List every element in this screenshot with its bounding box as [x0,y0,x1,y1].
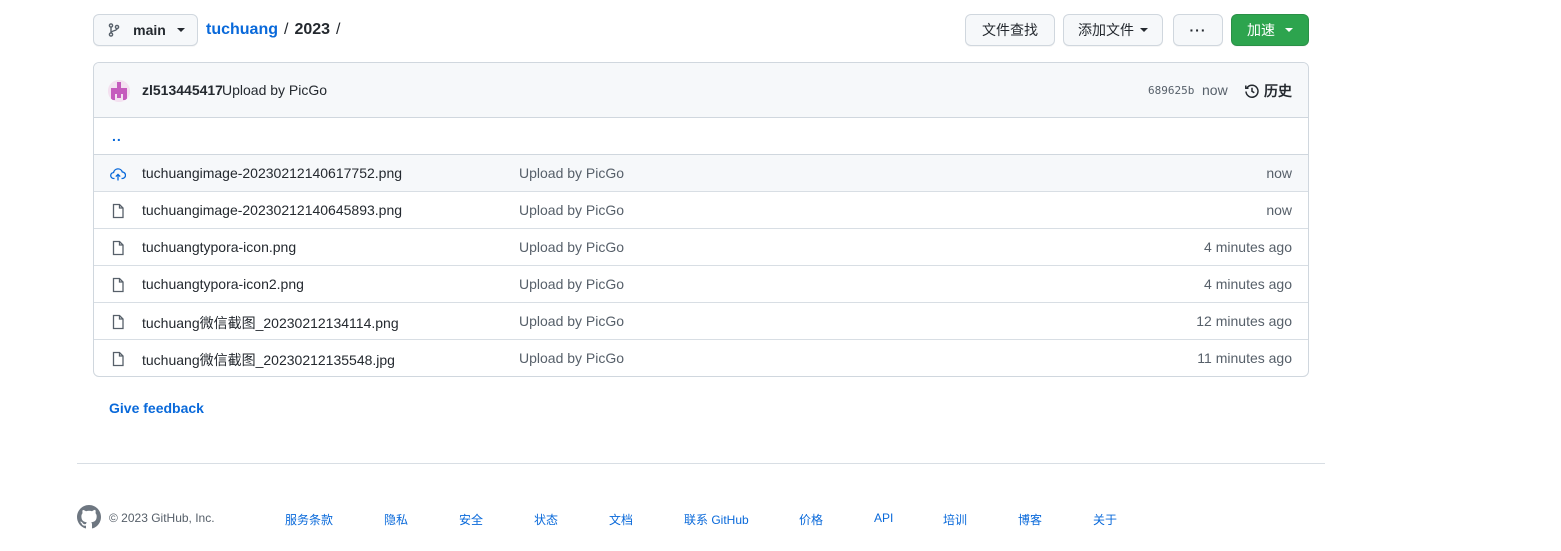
chevron-down-icon [177,28,185,32]
footer: © 2023 GitHub, Inc. 服务条款 隐私 安全 状态 文档 联系 … [77,505,1325,529]
history-icon [1245,84,1259,98]
footer-link-contact[interactable]: 联系 GitHub [684,511,749,528]
commit-message-link[interactable]: Upload by PicGo [222,82,327,98]
footer-link-blog[interactable]: 博客 [1018,511,1042,528]
file-row[interactable]: tuchuangimage-20230212140645893.png Uplo… [94,192,1308,229]
history-link[interactable]: 历史 [1244,81,1292,101]
file-row[interactable]: tuchuang微信截图_20230212134114.png Upload b… [94,303,1308,340]
file-commit-time: now [1266,165,1292,181]
add-file-label: 添加文件 [1078,22,1134,38]
file-commit-message-link[interactable]: Upload by PicGo [519,202,624,218]
footer-link-status[interactable]: 状态 [534,511,558,528]
file-name-link[interactable]: tuchuangimage-20230212140645893.png [142,202,402,218]
cloud-upload-icon [110,168,126,181]
breadcrumb-separator: / [284,21,289,38]
file-commit-time: 12 minutes ago [1196,313,1292,329]
footer-link-api[interactable]: API [874,511,893,525]
file-icon [112,203,124,219]
footer-link-pricing[interactable]: 价格 [799,511,823,528]
commit-author-link[interactable]: zl513445417 [142,82,223,98]
commit-sha-link[interactable]: 689625b [1148,84,1194,97]
copyright-text: © 2023 GitHub, Inc. [109,511,215,525]
kebab-horizontal-icon: ··· [1189,22,1207,38]
file-commit-message-link[interactable]: Upload by PicGo [519,276,624,292]
file-commit-message-link[interactable]: Upload by PicGo [519,165,624,181]
file-name-link[interactable]: tuchuangtypora-icon.png [142,239,296,255]
file-row[interactable]: tuchuangtypora-icon2.png Upload by PicGo… [94,266,1308,303]
file-commit-time: 4 minutes ago [1204,276,1292,292]
footer-link-docs[interactable]: 文档 [609,511,633,528]
github-logo-icon[interactable] [77,505,101,529]
file-icon [112,314,124,330]
branch-select-button[interactable]: main [93,14,198,46]
more-options-button[interactable]: ··· [1173,14,1223,46]
parent-directory-row[interactable]: .. [94,118,1308,155]
footer-divider [77,463,1325,464]
breadcrumb-current-dir: 2023 [294,21,331,38]
parent-directory-link[interactable]: .. [112,128,122,144]
chevron-down-icon [1140,28,1148,32]
git-branch-icon [108,23,120,37]
file-name-link[interactable]: tuchuangtypora-icon2.png [142,276,304,292]
breadcrumb: tuchuang / 2023 / [206,14,347,46]
avatar[interactable] [108,80,130,102]
file-row[interactable]: tuchuangtypora-icon.png Upload by PicGo … [94,229,1308,266]
find-file-button[interactable]: 文件查找 [965,14,1055,46]
file-commit-time: now [1266,202,1292,218]
file-commit-time: 11 minutes ago [1197,350,1292,366]
file-row[interactable]: tuchuang微信截图_20230212135548.jpg Upload b… [94,340,1308,376]
footer-link-security[interactable]: 安全 [459,511,483,528]
code-button-label: 加速 [1247,22,1275,38]
code-button[interactable]: 加速 [1231,14,1309,46]
footer-link-privacy[interactable]: 隐私 [384,511,408,528]
file-commit-message-link[interactable]: Upload by PicGo [519,313,624,329]
file-row[interactable]: tuchuangimage-20230212140617752.png Uplo… [94,155,1308,192]
file-commit-time: 4 minutes ago [1204,239,1292,255]
file-name-link[interactable]: tuchuang微信截图_20230212135548.jpg [142,350,395,370]
branch-name: main [133,22,166,38]
breadcrumb-separator: / [336,21,341,38]
commit-time: now [1202,82,1228,98]
file-icon [112,240,124,256]
file-name-link[interactable]: tuchuang微信截图_20230212134114.png [142,313,399,333]
history-label: 历史 [1264,83,1292,99]
footer-link-about[interactable]: 关于 [1093,511,1117,528]
file-commit-message-link[interactable]: Upload by PicGo [519,350,624,366]
footer-link-terms[interactable]: 服务条款 [285,511,333,528]
give-feedback-link[interactable]: Give feedback [109,400,204,416]
repo-toolbar: main tuchuang / 2023 / 文件查找 添加文件 ··· 加速 [93,14,1309,46]
breadcrumb-repo-link[interactable]: tuchuang [206,21,278,39]
chevron-down-icon [1285,28,1293,32]
file-icon [112,351,124,367]
add-file-button[interactable]: 添加文件 [1063,14,1163,46]
file-name-link[interactable]: tuchuangimage-20230212140617752.png [142,165,402,181]
file-commit-message-link[interactable]: Upload by PicGo [519,239,624,255]
file-browser: zl513445417 Upload by PicGo 689625b now … [93,62,1309,377]
file-icon [112,277,124,293]
footer-link-training[interactable]: 培训 [943,511,967,528]
latest-commit-bar: zl513445417 Upload by PicGo 689625b now … [94,63,1308,118]
find-file-label: 文件查找 [982,22,1038,38]
